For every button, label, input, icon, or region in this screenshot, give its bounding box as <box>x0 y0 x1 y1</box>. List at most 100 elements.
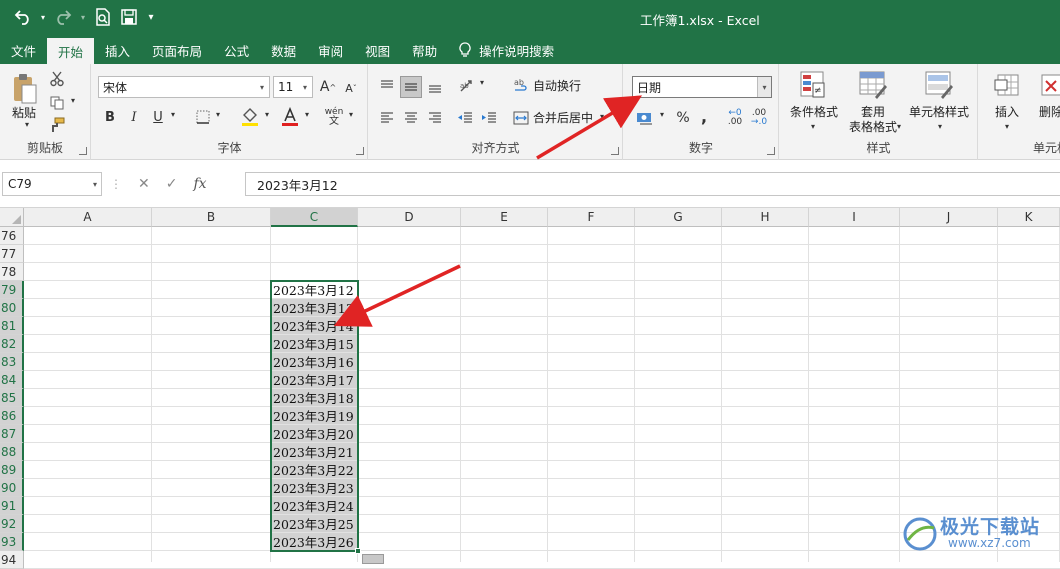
tab-page-layout[interactable]: 页面布局 <box>141 36 213 64</box>
percent-style-button[interactable]: % <box>674 108 692 128</box>
align-left-icon[interactable] <box>377 108 397 128</box>
row-header-86[interactable]: 86 <box>0 407 24 425</box>
delete-cells-label[interactable]: 删除 <box>1035 105 1060 120</box>
insert-cells-label[interactable]: 插入 <box>991 105 1023 120</box>
table-cell[interactable]: 2023年3月18 <box>271 389 358 406</box>
italic-button[interactable]: I <box>126 108 142 126</box>
table-cell[interactable]: 2023年3月14 <box>271 317 358 334</box>
orientation-dropdown-icon[interactable]: ▾ <box>477 78 487 87</box>
row-header-84[interactable]: 84 <box>0 371 24 389</box>
table-cell[interactable]: 2023年3月24 <box>271 497 358 514</box>
fill-color-icon[interactable] <box>240 106 260 128</box>
insert-cells-icon[interactable] <box>993 70 1021 100</box>
table-cell[interactable]: 2023年3月26 <box>271 533 358 550</box>
number-format-dropdown-icon[interactable]: ▾ <box>757 77 771 97</box>
column-header-a[interactable]: A <box>24 208 152 227</box>
tab-home[interactable]: 开始 <box>47 38 95 64</box>
table-cell[interactable]: 2023年3月23 <box>271 479 358 496</box>
tab-view[interactable]: 视图 <box>354 36 401 64</box>
merge-dropdown-icon[interactable]: ▾ <box>597 112 607 121</box>
column-header-i[interactable]: I <box>809 208 900 227</box>
table-cell[interactable]: 2023年3月17 <box>271 371 358 388</box>
column-header-b[interactable]: B <box>152 208 271 227</box>
worksheet-grid[interactable]: A B C D E F G H I J K 76 77 78 79 80 81 82 83 84 85 86 87 88 89 9… <box>0 207 1060 569</box>
align-middle-icon[interactable] <box>400 76 422 98</box>
redo-icon[interactable] <box>52 6 74 28</box>
print-preview-icon[interactable] <box>92 6 114 28</box>
row-header-92[interactable]: 92 <box>0 515 24 533</box>
font-color-icon[interactable] <box>280 106 300 128</box>
row-header-81[interactable]: 81 <box>0 317 24 335</box>
format-as-table-icon[interactable] <box>858 70 888 100</box>
table-cell[interactable]: 2023年3月16 <box>271 353 358 370</box>
align-top-icon[interactable] <box>377 76 397 96</box>
alignment-launcher-icon[interactable] <box>611 147 619 155</box>
align-bottom-icon[interactable] <box>425 76 445 98</box>
bold-button[interactable]: B <box>102 108 118 126</box>
accounting-dropdown-icon[interactable]: ▾ <box>657 110 667 119</box>
font-size-dropdown-icon[interactable]: ▾ <box>298 77 312 97</box>
row-header-80[interactable]: 80 <box>0 299 24 317</box>
table-cell[interactable]: 2023年3月22 <box>271 461 358 478</box>
column-header-g[interactable]: G <box>635 208 722 227</box>
name-box[interactable]: C79 ▾ <box>2 172 102 196</box>
row-header-85[interactable]: 85 <box>0 389 24 407</box>
insert-cells-dropdown-icon[interactable]: ▾ <box>1002 122 1012 131</box>
select-all-button[interactable] <box>0 208 24 227</box>
merge-center-icon[interactable] <box>511 108 531 128</box>
table-cell[interactable]: 2023年3月21 <box>271 443 358 460</box>
delete-cells-icon[interactable] <box>1037 70 1060 100</box>
row-header-83[interactable]: 83 <box>0 353 24 371</box>
paste-icon[interactable] <box>8 72 42 106</box>
increase-indent-icon[interactable] <box>479 108 499 128</box>
row-header-91[interactable]: 91 <box>0 497 24 515</box>
comma-style-button[interactable]: , <box>698 106 710 126</box>
row-header-77[interactable]: 77 <box>0 245 24 263</box>
underline-dropdown-icon[interactable]: ▾ <box>168 110 178 119</box>
cell-styles-label[interactable]: 单元格样式 <box>906 105 972 120</box>
more-options-icon[interactable]: ⋮ <box>110 177 122 191</box>
increase-decimal-icon[interactable]: ←0.00 <box>724 108 746 128</box>
row-header-94[interactable]: 94 <box>0 551 24 569</box>
paste-button-label[interactable]: 粘贴 <box>6 106 42 121</box>
conditional-format-icon[interactable]: ≠ <box>798 70 828 100</box>
undo-dropdown-icon[interactable]: ▾ <box>38 6 48 28</box>
redo-dropdown-icon[interactable]: ▾ <box>78 6 88 28</box>
borders-icon[interactable] <box>194 108 212 126</box>
table-cell[interactable]: 2023年3月25 <box>271 515 358 532</box>
insert-function-icon[interactable]: fx <box>193 176 206 192</box>
tab-file[interactable]: 文件 <box>0 36 47 64</box>
align-center-icon[interactable] <box>401 108 421 128</box>
decrease-decimal-icon[interactable]: .00 →.0 <box>748 108 770 128</box>
table-cell[interactable]: 2023年3月13 <box>271 299 358 316</box>
orientation-icon[interactable]: ab <box>457 76 477 96</box>
undo-icon[interactable] <box>12 6 34 28</box>
row-header-90[interactable]: 90 <box>0 479 24 497</box>
number-format-combo[interactable]: 日期 ▾ <box>632 76 772 98</box>
phonetic-dropdown-icon[interactable]: ▾ <box>346 110 356 119</box>
format-as-table-label[interactable]: 套用 表格格式 <box>846 105 900 135</box>
tab-formulas[interactable]: 公式 <box>213 36 260 64</box>
copy-icon[interactable] <box>48 94 66 112</box>
accounting-format-icon[interactable] <box>634 108 656 128</box>
column-header-c[interactable]: C <box>271 208 358 227</box>
merge-center-label[interactable]: 合并后居中 <box>533 111 593 126</box>
borders-dropdown-icon[interactable]: ▾ <box>213 110 223 119</box>
paste-dropdown-icon[interactable]: ▾ <box>22 120 32 129</box>
shrink-font-icon[interactable]: Aˇ <box>343 80 359 96</box>
fill-color-dropdown-icon[interactable]: ▾ <box>262 110 272 119</box>
column-header-k[interactable]: K <box>998 208 1060 227</box>
underline-button[interactable]: U <box>150 108 166 126</box>
column-header-e[interactable]: E <box>461 208 548 227</box>
wrap-text-label[interactable]: 自动换行 <box>533 79 581 94</box>
row-header-88[interactable]: 88 <box>0 443 24 461</box>
copy-dropdown-icon[interactable]: ▾ <box>68 96 78 105</box>
decrease-indent-icon[interactable] <box>455 108 475 128</box>
align-right-icon[interactable] <box>425 108 445 128</box>
tab-insert[interactable]: 插入 <box>94 36 141 64</box>
table-cell[interactable]: 2023年3月15 <box>271 335 358 352</box>
font-size-combo[interactable]: 11 ▾ <box>273 76 313 98</box>
cut-icon[interactable] <box>48 70 66 88</box>
active-cell[interactable]: 2023年3月12 <box>271 281 358 298</box>
enter-icon[interactable]: ✓ <box>166 176 178 192</box>
